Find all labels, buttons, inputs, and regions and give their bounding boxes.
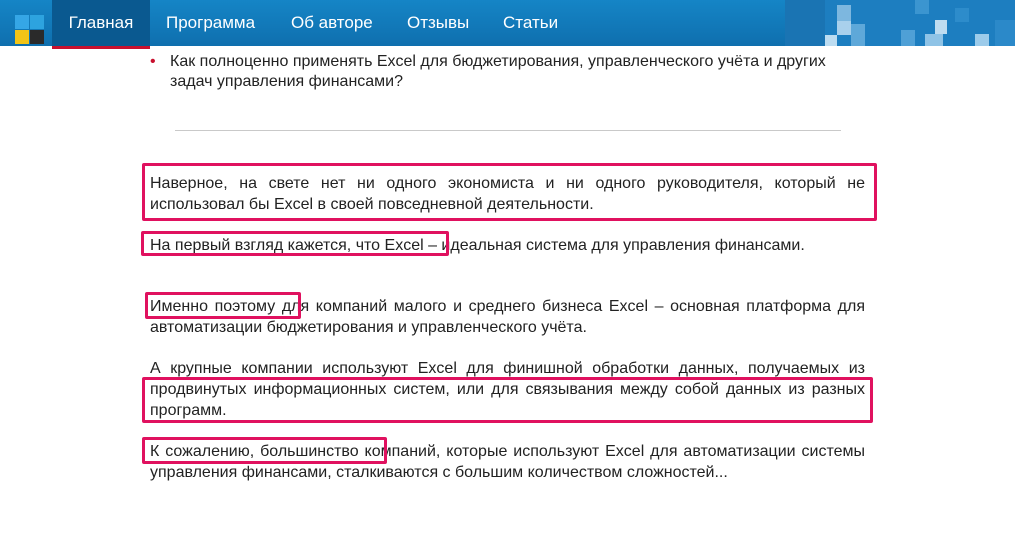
site-logo[interactable] xyxy=(15,15,45,45)
top-navbar: Главная Программа Об авторе Отзывы Стать… xyxy=(0,0,1015,46)
divider xyxy=(175,130,841,131)
paragraph-3: Именно поэтому для компаний малого и сре… xyxy=(150,298,865,336)
nav-item-home[interactable]: Главная xyxy=(52,0,150,46)
paragraph-2: На первый взгляд кажется, что Excel – ид… xyxy=(150,237,805,254)
paragraph-4: А крупные компании используют Excel для … xyxy=(150,360,865,419)
nav-item-articles[interactable]: Статьи xyxy=(503,0,558,46)
bullet-text: Как полноценно применять Excel для бюдже… xyxy=(170,53,826,90)
header-decoration-mosaic xyxy=(785,0,1015,46)
nav-item-reviews[interactable]: Отзывы xyxy=(407,0,469,46)
nav-active-indicator xyxy=(52,46,150,49)
paragraph-1: Наверное, на свете нет ни одного экономи… xyxy=(150,175,865,213)
bullet-marker: • xyxy=(150,53,156,70)
nav-item-program[interactable]: Программа xyxy=(166,0,255,46)
paragraph-5: К сожалению, большинство компаний, котор… xyxy=(150,443,865,481)
nav-item-about-author[interactable]: Об авторе xyxy=(291,0,373,46)
